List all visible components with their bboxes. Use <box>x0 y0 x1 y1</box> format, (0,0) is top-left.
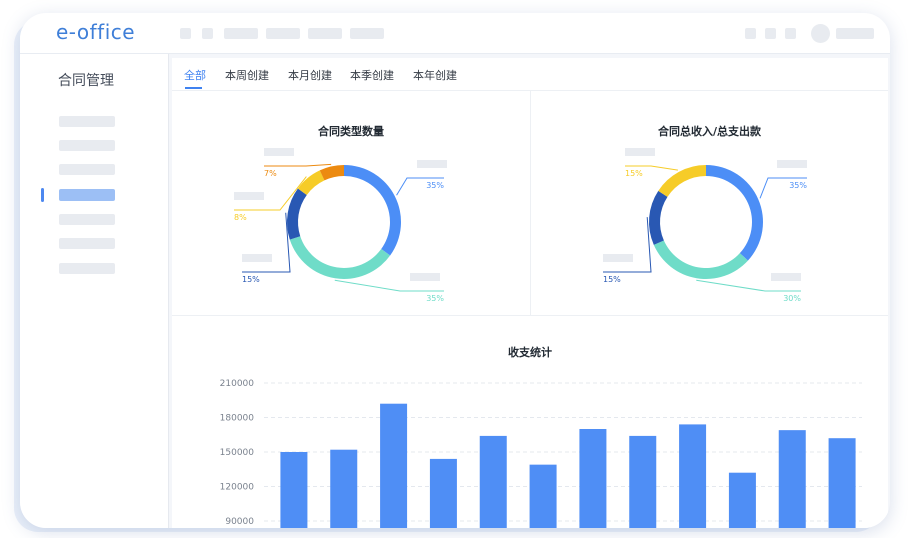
legend-label-placeholder <box>625 148 655 156</box>
income-expense-bar-chart: 210000 180000 150000 120000 90000 <box>220 379 862 528</box>
sidebar-item-active[interactable] <box>59 189 115 201</box>
leader-line <box>603 217 652 273</box>
legend-label-placeholder <box>410 273 440 281</box>
donut-slice <box>344 165 401 256</box>
avatar[interactable] <box>811 24 830 43</box>
bar <box>479 435 507 528</box>
sidebar-item[interactable] <box>59 140 115 151</box>
tab-all[interactable]: 全部 <box>184 67 206 83</box>
nav-link-placeholder[interactable] <box>224 28 258 39</box>
tab-this-month[interactable]: 本月创建 <box>288 67 332 83</box>
slice-percent-label: 35% <box>789 181 807 190</box>
legend-label-placeholder <box>234 192 264 200</box>
donut-slice <box>658 165 706 197</box>
y-tick-label: 120000 <box>220 483 255 493</box>
donut-slice <box>706 165 763 261</box>
tab-bar: 全部 本周创建 本月创建 本季创建 本年创建 <box>172 58 888 91</box>
sidebar-title: 合同管理 <box>58 73 114 89</box>
leader-line <box>696 279 801 292</box>
sidebar-item[interactable] <box>59 238 115 249</box>
bar <box>728 472 756 528</box>
nav-link-placeholder[interactable] <box>308 28 342 39</box>
bar <box>778 430 806 528</box>
leader-line <box>334 279 444 292</box>
username-placeholder[interactable] <box>836 28 874 39</box>
nav-link-placeholder[interactable] <box>266 28 300 39</box>
leader-line <box>242 212 291 273</box>
income-expense-donut-chart: 35% 30% 15% 15% <box>603 148 807 303</box>
income-expense-stats-panel: 收支统计 210000 180000 150000 120000 90000 <box>172 316 888 528</box>
donut-slice <box>289 236 391 279</box>
slice-percent-label: 35% <box>426 294 444 303</box>
header-icon-placeholder[interactable] <box>745 28 756 39</box>
bar <box>330 449 358 528</box>
leader-line <box>264 163 332 167</box>
legend-label-placeholder <box>242 254 272 262</box>
app-window: e-office 合同管理 全部 本周创建 本月创建 本季创建 本年创建 合同类… <box>20 13 890 528</box>
tab-this-week[interactable]: 本周创建 <box>225 67 269 83</box>
bar <box>529 464 557 528</box>
donut-slice <box>653 240 748 280</box>
slice-percent-label: 15% <box>242 275 260 284</box>
sidebar-item[interactable] <box>59 214 115 225</box>
header-icon-placeholder[interactable] <box>765 28 776 39</box>
tab-this-year[interactable]: 本年创建 <box>413 67 457 83</box>
y-tick-label: 180000 <box>220 414 255 424</box>
legend-label-placeholder <box>777 160 807 168</box>
legend-label-placeholder <box>771 273 801 281</box>
sidebar-item[interactable] <box>59 164 115 175</box>
bar <box>280 452 308 528</box>
donut-slice <box>649 190 668 245</box>
y-tick-label: 210000 <box>220 379 255 389</box>
bar <box>679 424 707 528</box>
header-icon-placeholder[interactable] <box>785 28 796 39</box>
main-content: 全部 本周创建 本月创建 本季创建 本年创建 合同类型数量 35% 35% 15% 8… <box>172 58 888 528</box>
slice-percent-label: 8% <box>234 213 247 222</box>
nav-link-placeholder[interactable] <box>350 28 384 39</box>
bar <box>828 438 856 528</box>
legend-label-placeholder <box>264 148 294 156</box>
active-tab-indicator <box>185 87 202 89</box>
y-tick-label: 90000 <box>225 517 254 527</box>
slice-percent-label: 30% <box>783 294 801 303</box>
bar <box>629 435 657 528</box>
y-tick-label: 150000 <box>220 448 255 458</box>
donut-slice <box>319 165 344 181</box>
sidebar-item[interactable] <box>59 263 115 274</box>
sidebar-item[interactable] <box>59 116 115 127</box>
slice-percent-label: 15% <box>625 169 643 178</box>
tab-this-quarter[interactable]: 本季创建 <box>350 67 394 83</box>
contract-type-donut-chart: 35% 35% 15% 8% 7% <box>234 148 447 303</box>
bar <box>380 403 408 528</box>
bar <box>579 429 607 528</box>
legend-label-placeholder <box>603 254 633 262</box>
sidebar: 合同管理 <box>20 54 169 528</box>
top-bar: e-office <box>20 13 890 54</box>
slice-percent-label: 35% <box>426 181 444 190</box>
toolbar-icon-placeholder[interactable] <box>202 28 213 39</box>
legend-label-placeholder <box>417 160 447 168</box>
bar <box>429 458 457 528</box>
sidebar-active-marker <box>41 188 44 202</box>
contract-type-panel: 合同类型数量 35% 35% 15% 8% 7% <box>172 91 530 315</box>
income-expense-panel: 合同总收入/总支出款 35% 30% 15% 15% <box>531 91 888 315</box>
slice-percent-label: 15% <box>603 275 621 284</box>
toolbar-icon-placeholder[interactable] <box>180 28 191 39</box>
donut-slice <box>287 188 307 240</box>
slice-percent-label: 7% <box>264 169 277 178</box>
app-logo[interactable]: e-office <box>56 20 135 44</box>
